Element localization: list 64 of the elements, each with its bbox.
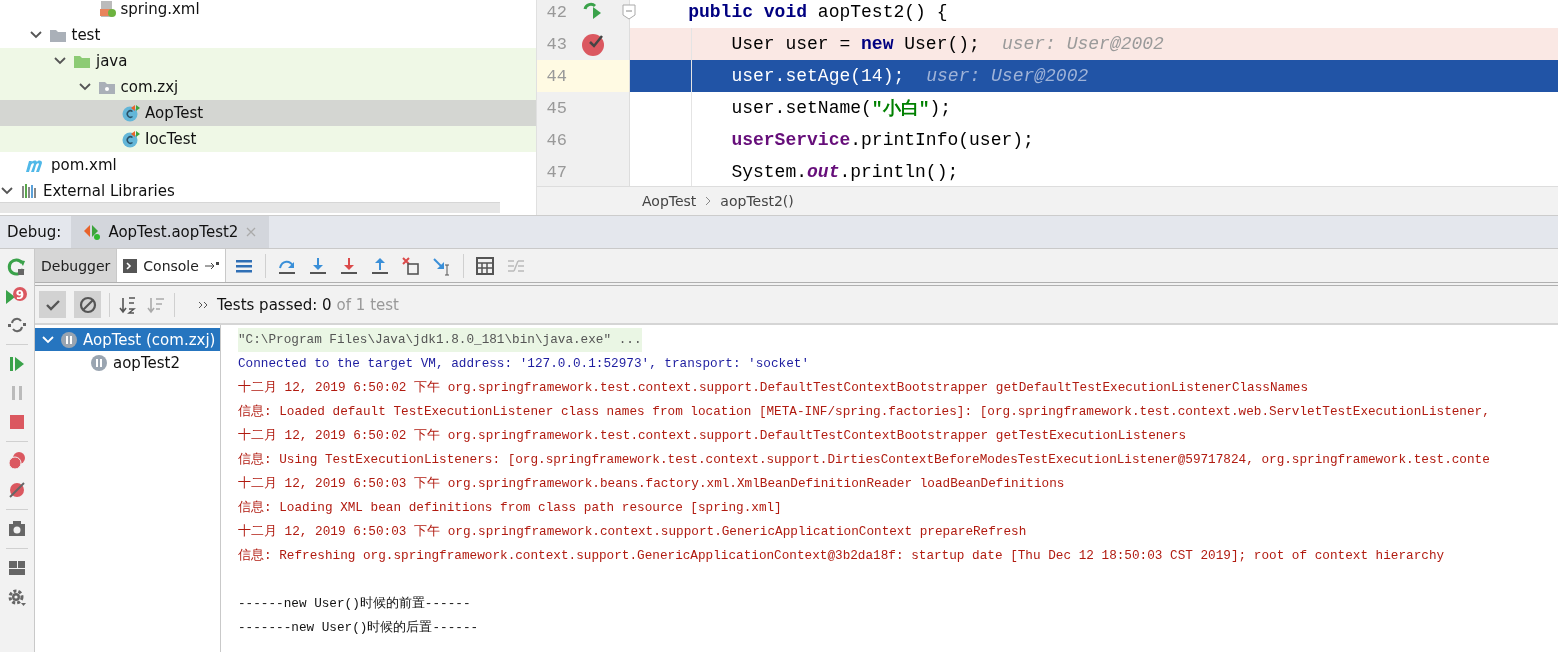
line-number: 44 xyxy=(545,66,567,86)
toggle-icon[interactable] xyxy=(7,315,27,335)
console-line: 十二月 12, 2019 6:50:02 下午 org.springframework.test.context.support.DefaultTestContextBootstrapper getTestExecutionListeners xyxy=(238,427,1187,445)
show-passed-toggle[interactable] xyxy=(39,291,66,318)
console-line: ------new User()时候的前置------ xyxy=(238,595,471,613)
tree-item[interactable]: AopTest xyxy=(0,100,536,126)
debug-run-icon xyxy=(83,223,102,241)
pin-icon xyxy=(204,260,219,271)
calculator-icon[interactable] xyxy=(474,255,495,276)
breadcrumb[interactable]: AopTest xyxy=(642,193,697,209)
step-out-icon[interactable] xyxy=(369,255,390,276)
console-icon xyxy=(123,258,138,273)
xml-file-icon xyxy=(97,0,116,18)
console-line: Connected to the target VM, address: '127.0.0.1:52973', transport: 'socket' xyxy=(238,355,810,373)
tests-summary: Tests passed: 0 xyxy=(217,295,332,314)
test-item[interactable]: aopTest2 xyxy=(35,351,220,374)
class-icon xyxy=(122,104,140,122)
scrollbar[interactable] xyxy=(0,202,500,213)
line-number: 45 xyxy=(545,98,567,118)
console-line: 十二月 12, 2019 6:50:02 下午 org.springframework.test.context.support.DefaultTestContextBootstrapper getDefaultTestExecutionListenerClassNames xyxy=(238,379,1308,397)
show-ignored-toggle[interactable] xyxy=(74,291,101,318)
tree-item[interactable]: com.zxj xyxy=(0,74,536,100)
line-number: 47 xyxy=(545,162,567,182)
ignored-icon xyxy=(78,295,97,314)
console-line: 十二月 12, 2019 6:50:03 下午 org.springframework.context.support.GenericApplicationContext prepareRefresh xyxy=(238,523,1027,541)
close-icon xyxy=(245,226,258,238)
layout-icon[interactable] xyxy=(7,558,27,578)
sort-alpha-icon[interactable] xyxy=(118,294,138,315)
breakpoints-icon[interactable] xyxy=(7,451,27,471)
step-into-icon[interactable] xyxy=(307,255,328,276)
line-number: 46 xyxy=(545,130,567,150)
panel-title: Debug: xyxy=(6,223,63,241)
rerun-icon[interactable] xyxy=(7,257,27,277)
console-line: 信息: Refreshing org.springframework.context.support.GenericApplicationContext@3b2da18f: startup date [Thu Dec 12 18:50:03 CST 2019]; root of context hierarchy xyxy=(238,547,1445,565)
tree-item[interactable]: IocTest xyxy=(0,126,536,152)
chevron-icon xyxy=(704,195,713,207)
line-number: 43 xyxy=(545,34,567,54)
mute-breakpoints-icon[interactable] xyxy=(7,480,27,500)
settings-icon[interactable] xyxy=(7,587,27,607)
run-to-cursor-icon[interactable] xyxy=(431,255,452,276)
line-number: 42 xyxy=(545,2,567,22)
force-step-into-icon[interactable] xyxy=(338,255,359,276)
stop-icon[interactable] xyxy=(7,412,27,432)
console-line: -------new User()时候的后置------ xyxy=(238,619,479,637)
paused-icon xyxy=(90,353,108,372)
tree-item[interactable]: java xyxy=(0,48,536,74)
camera-icon[interactable] xyxy=(7,519,27,539)
libraries-icon xyxy=(20,182,38,200)
panel-tab[interactable]: Debugger xyxy=(35,249,118,282)
inline-hint: user: User@2002 xyxy=(1001,34,1164,54)
paused-icon xyxy=(60,330,78,349)
panel-tab[interactable]: Console xyxy=(117,249,226,282)
console-line: 十二月 12, 2019 6:50:03 下午 org.springframework.beans.factory.xml.XmlBeanDefinitionReader loadBeanDefinitions xyxy=(238,475,1065,493)
inline-hint: user: User@2002 xyxy=(926,66,1089,86)
drop-frame-icon[interactable] xyxy=(400,255,421,276)
class-icon xyxy=(122,130,140,148)
test-item[interactable]: AopTest (com.zxj) xyxy=(35,328,220,351)
console-line: 信息: Loading XML bean definitions from class path resource [spring.xml] xyxy=(238,499,782,517)
breadcrumb[interactable]: aopTest2() xyxy=(720,193,794,209)
debug-tab[interactable]: AopTest.aopTest2 xyxy=(71,216,270,248)
console-line: 信息: Using TestExecutionListeners: [org.springframework.test.context.support.DirtiesContextBeforeModesTestExecutionListener@59717824, org.springframework.test.conte xyxy=(238,451,1490,469)
console-line: 信息: Loaded default TestExecutionListener class names from location [META-INF/spring.factories]: [org.springframework.test.context.web.ServletTestExecutionListener, xyxy=(238,403,1490,421)
breakpoint-icon xyxy=(581,31,607,57)
tests-total: of 1 test xyxy=(336,295,399,314)
